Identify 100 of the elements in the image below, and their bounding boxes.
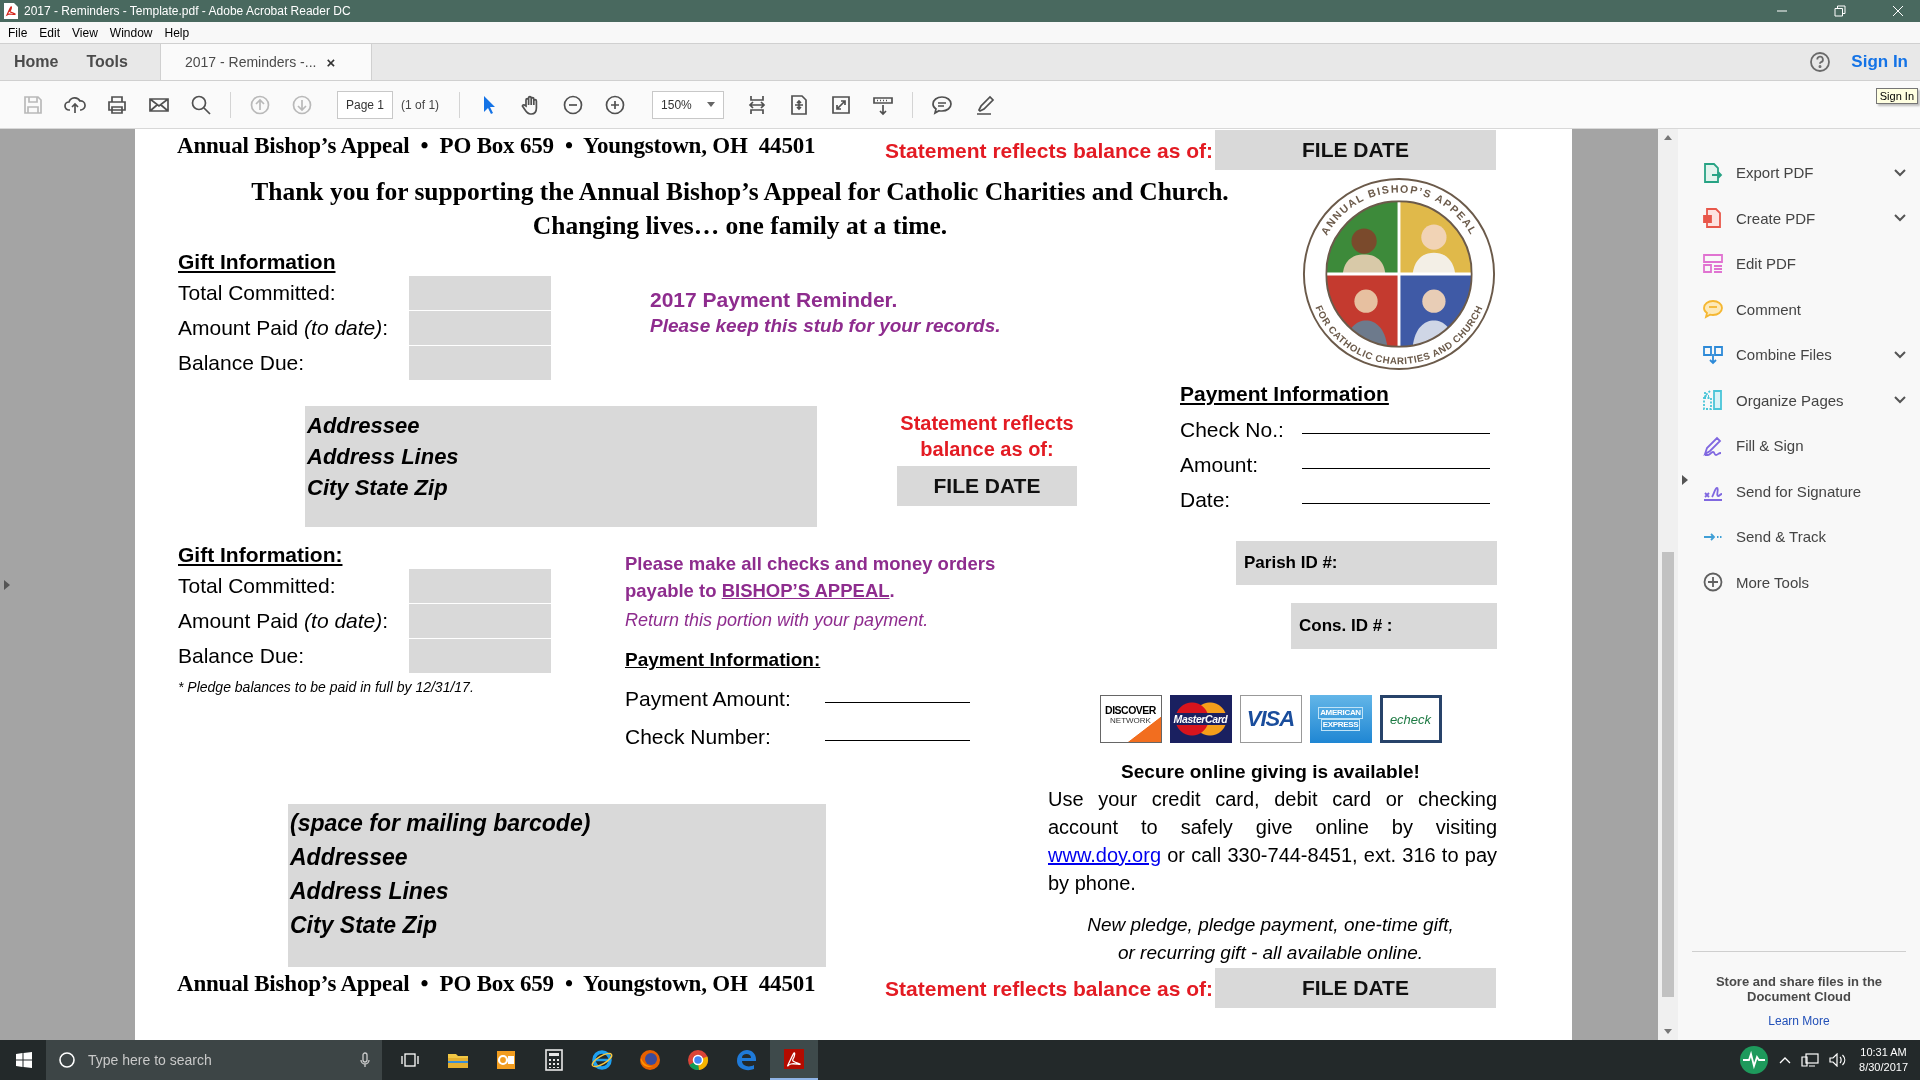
online-giving-text: Use your credit card, debit card or checking account to safely give online by visiting www.doy.org or call 330-744-8451, ext. 316 to pay by phone.	[1048, 787, 1497, 896]
field-label: Amount:	[1180, 453, 1260, 477]
tool-item[interactable]: Organize Pages	[1702, 377, 1910, 423]
task-view-icon[interactable]	[400, 1052, 420, 1068]
field-label: Payment Amount:	[625, 687, 792, 711]
plus-circle-icon	[604, 93, 627, 116]
chevron-up-icon[interactable]	[1779, 1056, 1792, 1064]
tool-item[interactable]: Send for Signature	[1702, 468, 1910, 514]
save-icon	[22, 93, 44, 116]
id-field: Cons. ID # :	[1291, 603, 1497, 649]
learn-more-link[interactable]: Learn More	[1768, 1014, 1830, 1028]
document-tab[interactable]: 2017 - Reminders -... ×	[159, 44, 372, 80]
collapse-arrow-icon[interactable]	[1682, 475, 1688, 485]
pdf-app-icon	[4, 3, 18, 19]
speech-bubble-icon	[1702, 298, 1724, 321]
statement-label: Statement reflects balance as of:	[885, 139, 1213, 163]
menu-item[interactable]: Edit	[39, 25, 61, 40]
section-heading: Gift Information	[178, 249, 337, 275]
page-count: (1 of 1)	[401, 97, 440, 112]
tool-item[interactable]: Create PDF	[1702, 195, 1910, 241]
close-icon[interactable]	[1892, 5, 1904, 17]
zoom-dropdown[interactable]: 150%	[652, 90, 725, 119]
address-line: Addressee	[290, 843, 409, 872]
restore-icon[interactable]	[1834, 5, 1846, 17]
scroll-thumb[interactable]	[1662, 552, 1674, 997]
address-line: City State Zip	[290, 911, 438, 940]
volume-icon[interactable]	[1829, 1053, 1848, 1067]
statement-label: Statement reflects balance as of:	[899, 411, 1075, 462]
field-label: Check Number:	[625, 725, 772, 749]
chevron-icon[interactable]	[1894, 396, 1906, 405]
website-link[interactable]: www.doy.org	[1048, 844, 1161, 866]
close-tab-button[interactable]: ×	[326, 53, 336, 71]
network-icon[interactable]	[1801, 1053, 1820, 1067]
expand-arrow-icon[interactable]	[4, 579, 10, 590]
window-title: 2017 - Reminders - Template.pdf - Adobe Acrobat Reader DC	[24, 4, 352, 18]
online-note: or recurring gift - all available online.	[1117, 941, 1424, 965]
file-date-field: FILE DATE	[897, 466, 1077, 506]
tool-item[interactable]: Export PDF	[1702, 150, 1910, 196]
combine-icon	[1702, 343, 1724, 366]
activity-icon[interactable]	[1739, 1045, 1770, 1075]
online-note: New pledge, pledge payment, one-time gift,	[1087, 913, 1454, 937]
chevron-icon[interactable]	[1894, 214, 1906, 223]
sign-in-link[interactable]: Sign In	[1851, 44, 1920, 80]
chevron-icon[interactable]	[1894, 168, 1906, 177]
clock-time[interactable]: 10:31 AM	[1860, 1045, 1907, 1060]
browser-icon[interactable]	[686, 1048, 710, 1072]
page-number-field[interactable]: Page 1	[337, 90, 394, 119]
card-brand: VISA	[1246, 706, 1295, 732]
card-brand: AMERICAN	[1318, 707, 1363, 719]
printer-icon	[106, 93, 128, 116]
browser-icon[interactable]	[590, 1048, 614, 1072]
create-icon	[1702, 207, 1724, 230]
card-brand: echeck	[1389, 711, 1432, 727]
statement-label: Statement reflects balance as of:	[885, 977, 1213, 1001]
section-heading: Gift Information:	[178, 542, 344, 568]
circle-icon	[58, 1051, 76, 1069]
tool-item[interactable]: Combine Files	[1702, 332, 1910, 378]
section-heading: Payment Information:	[625, 648, 822, 672]
menu-item[interactable]: Window	[109, 25, 153, 40]
search-icon	[190, 93, 212, 116]
card-brand: DISCOVER	[1105, 704, 1156, 716]
microphone-icon[interactable]	[360, 1052, 370, 1068]
file-date-field: FILE DATE	[1215, 968, 1496, 1008]
tool-item[interactable]: More Tools	[1702, 559, 1910, 605]
pen-icon	[1702, 434, 1724, 457]
address-line: City State Zip	[307, 474, 449, 502]
thank-you-line: Changing lives… one family at a time.	[531, 210, 949, 242]
help-icon[interactable]	[1809, 51, 1832, 73]
scroll-up-icon[interactable]	[1664, 135, 1672, 140]
scroll-down-icon[interactable]	[1664, 1029, 1672, 1034]
menu-item[interactable]: Help	[164, 25, 190, 40]
payee-link[interactable]: BISHOP’S APPEAL	[721, 580, 890, 601]
tool-item[interactable]: Fill & Sign	[1702, 423, 1910, 469]
mailing-address: Annual Bishop’s Appeal • PO Box 659 • Youngstown, OH 44501	[177, 971, 816, 997]
tool-item[interactable]: Edit PDF	[1702, 241, 1910, 287]
chevron-icon[interactable]	[1894, 350, 1906, 359]
calculator-icon[interactable]	[542, 1048, 566, 1072]
clock-date[interactable]: 8/30/2017	[1859, 1060, 1908, 1075]
mailing-address: Annual Bishop’s Appeal • PO Box 659 • Youngstown, OH 44501	[177, 133, 816, 159]
thank-you-line: Thank you for supporting the Annual Bishop’s Appeal for Catholic Charities and Church.	[250, 176, 1230, 208]
export-icon	[1702, 161, 1724, 184]
online-giving-heading: Secure online giving is available!	[1121, 761, 1420, 783]
pdf-app-icon[interactable]	[782, 1047, 806, 1071]
tooltip: Sign In	[1875, 88, 1918, 104]
menu-item[interactable]: File	[8, 25, 28, 40]
tool-item[interactable]: Send & Track	[1702, 514, 1910, 560]
mail-app-icon[interactable]	[494, 1048, 518, 1072]
scrollbar[interactable]	[1658, 129, 1678, 1040]
promo-text: Store and share files in the Document Cloud	[1714, 974, 1884, 1004]
address-line: (space for mailing barcode)	[290, 809, 592, 838]
tool-item[interactable]: Comment	[1702, 286, 1910, 332]
menu-item[interactable]: View	[72, 25, 98, 40]
address-line: Address Lines	[290, 877, 450, 906]
minus-circle-icon	[562, 93, 585, 116]
taskbar-search-field[interactable]: Type here to search	[46, 1040, 382, 1080]
browser-icon[interactable]	[638, 1048, 662, 1072]
address-line: Addressee	[307, 412, 421, 440]
nav-tab[interactable]: Tools	[72, 44, 142, 80]
nav-tab[interactable]: Home	[0, 44, 73, 80]
start-icon[interactable]	[16, 1052, 32, 1068]
